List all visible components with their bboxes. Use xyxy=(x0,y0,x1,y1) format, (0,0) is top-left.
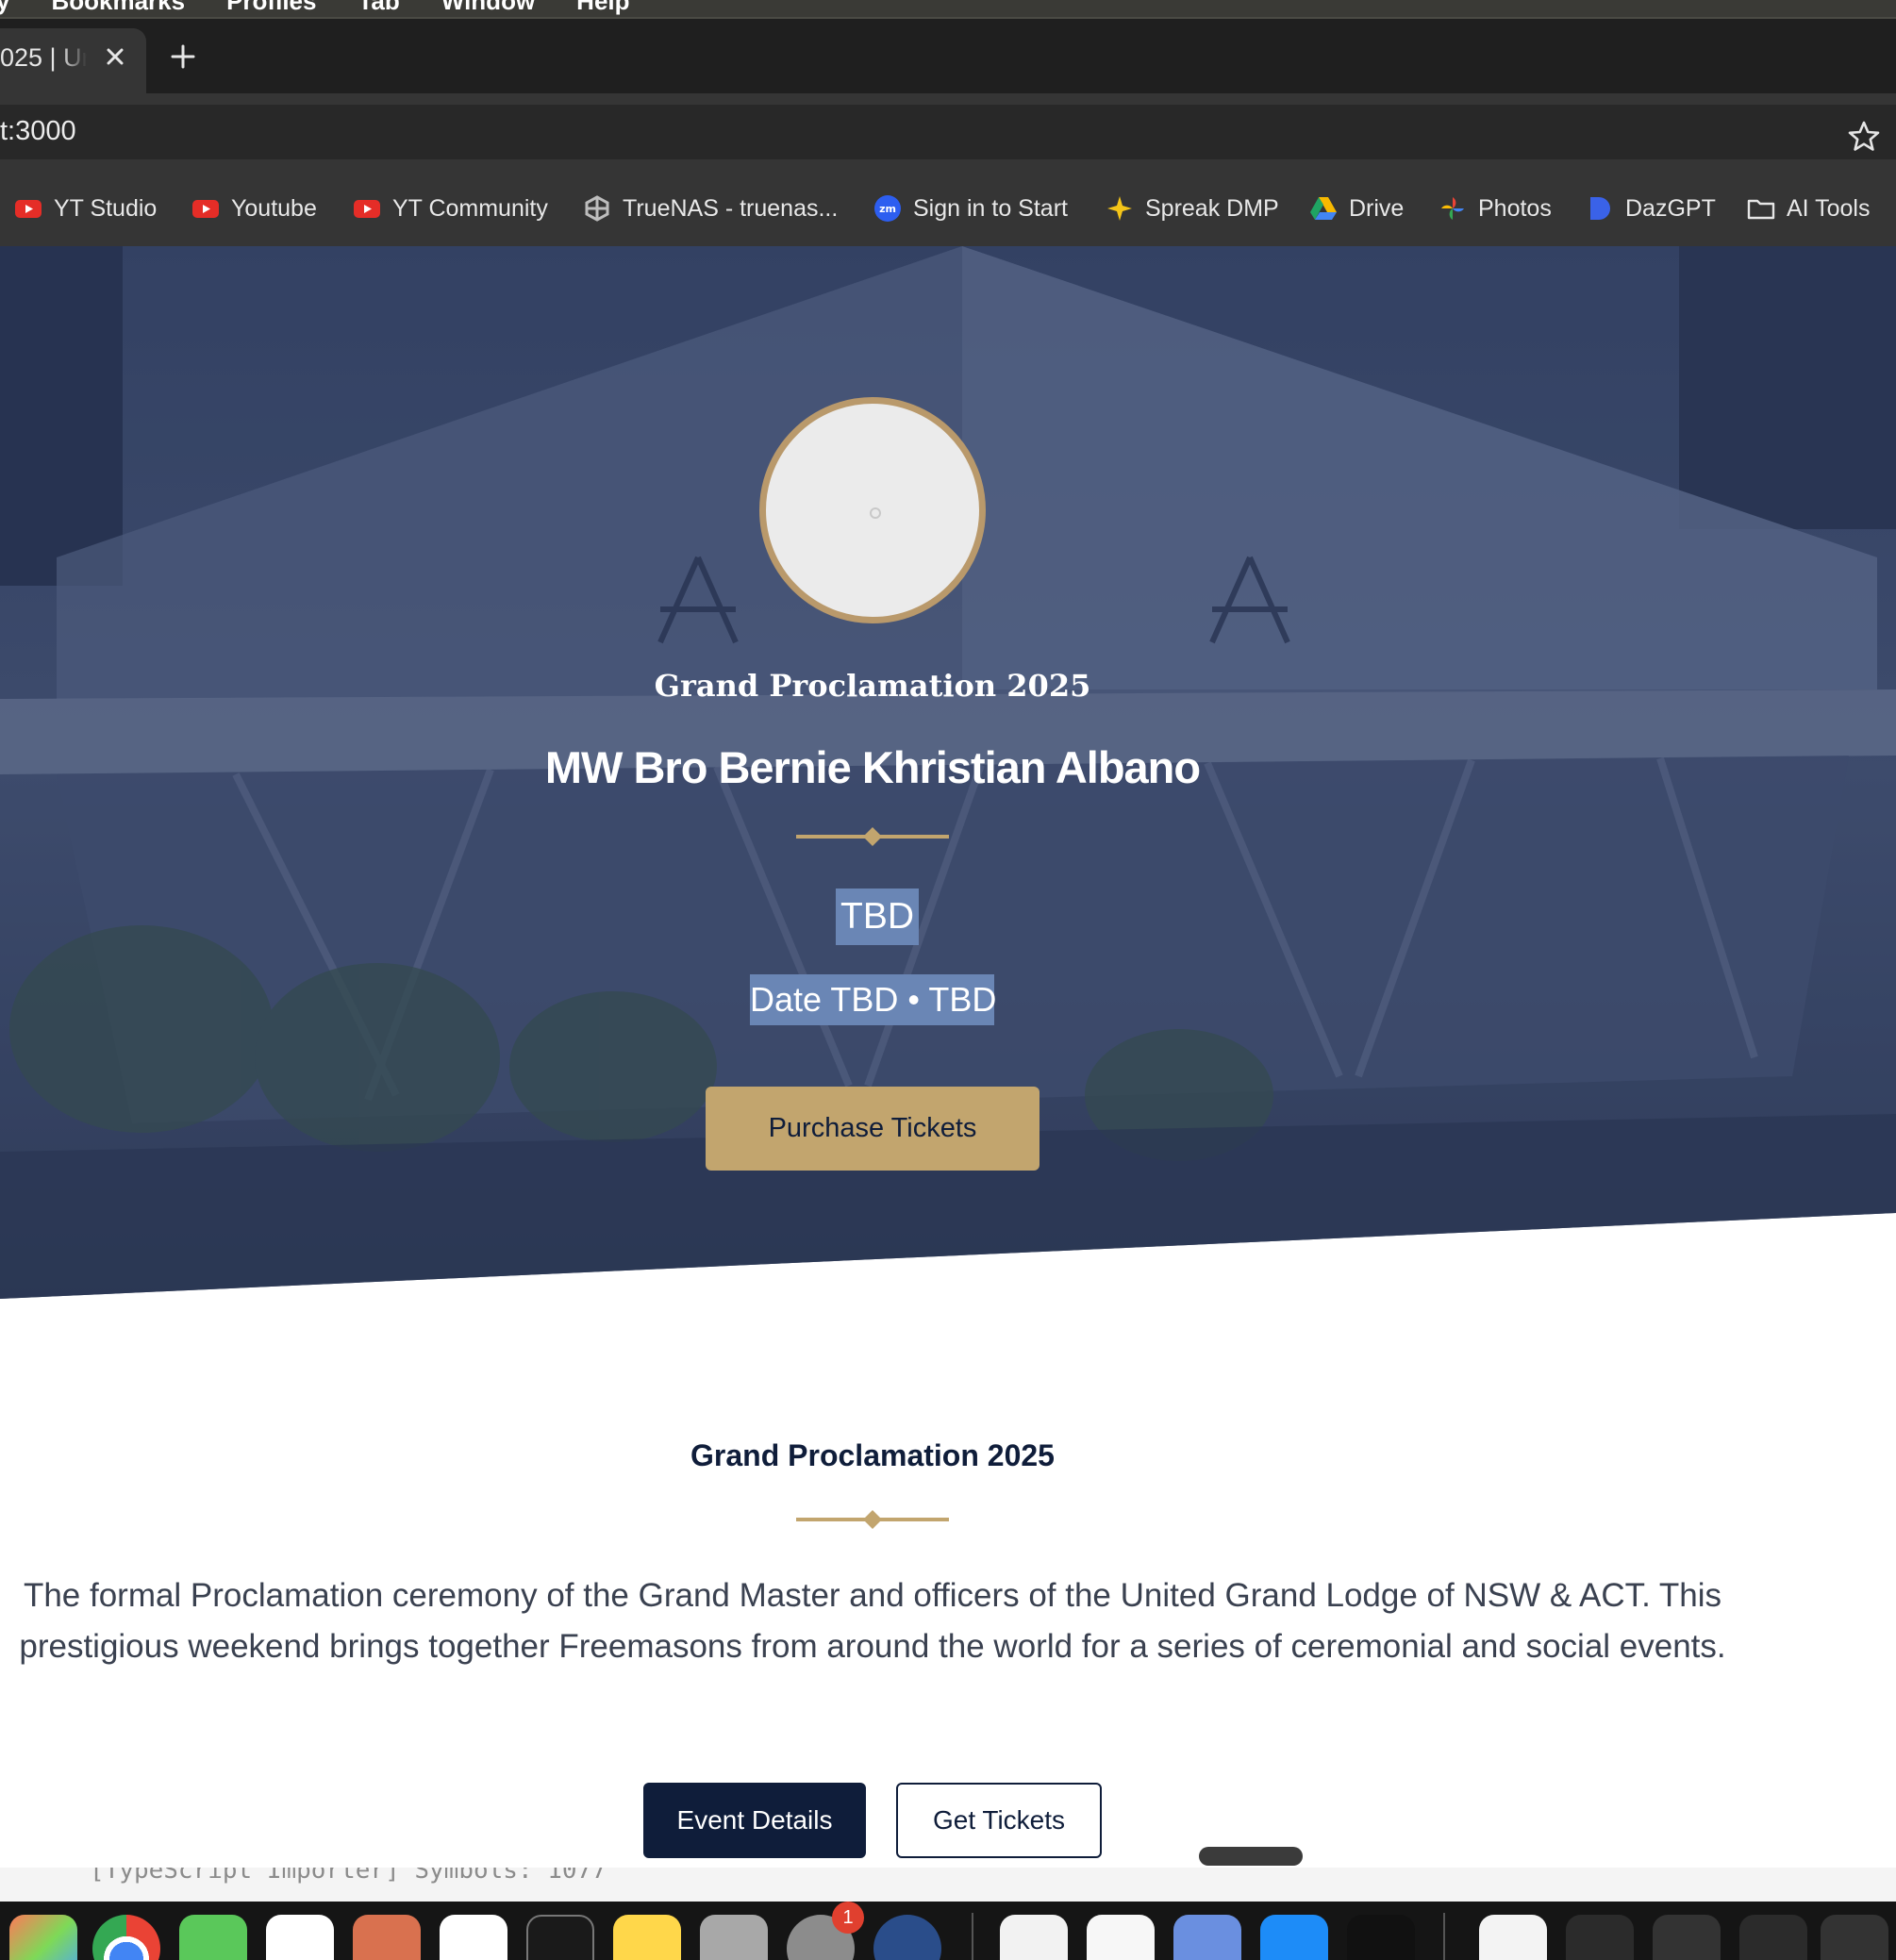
bookmark-star-icon[interactable] xyxy=(1847,120,1881,154)
browser-tab-strip: 025 | Ur xyxy=(0,19,1896,93)
folder-icon xyxy=(1747,199,1775,220)
gold-divider-icon xyxy=(796,827,949,846)
address-text: t:3000 xyxy=(0,116,76,146)
window-thumbnail[interactable] xyxy=(1566,1915,1634,1960)
bookmark-truenas[interactable]: TrueNAS - truenas... xyxy=(583,171,838,246)
purchase-tickets-button[interactable]: Purchase Tickets xyxy=(706,1087,1039,1171)
youtube-icon xyxy=(192,200,219,218)
hero-title: MW Bro Bernie Khristian Albano xyxy=(544,742,1201,792)
menu-item-window[interactable]: Window xyxy=(441,0,535,16)
bookmark-label: Drive xyxy=(1349,194,1405,222)
drive-icon xyxy=(1310,197,1337,220)
bookmark-drive[interactable]: Drive xyxy=(1309,171,1404,246)
messenger-icon[interactable] xyxy=(266,1915,334,1960)
menu-item-bookmarks[interactable]: Bookmarks xyxy=(51,0,185,16)
scroll-indicator[interactable] xyxy=(1199,1847,1303,1866)
window-thumbnail[interactable] xyxy=(1739,1915,1807,1960)
launchpad-icon[interactable] xyxy=(9,1915,77,1960)
event-description: The formal Proclamation ceremony of the … xyxy=(19,1577,1726,1665)
terminal-text: [TypeScript Importer] Symbols: 1077 xyxy=(90,1868,607,1885)
bookmark-yt-community[interactable]: YT Community xyxy=(353,171,548,246)
notification-badge: 1 xyxy=(832,1902,864,1934)
truenas-icon xyxy=(585,195,609,222)
window-thumbnail[interactable] xyxy=(1653,1915,1721,1960)
active-tab[interactable]: 025 | Ur xyxy=(0,28,146,93)
event-date: Date TBD • TBD xyxy=(750,974,996,1025)
bookmark-label: AI Tools xyxy=(1787,194,1871,222)
bookmark-dazgpt[interactable]: DazGPT xyxy=(1586,171,1716,246)
bookmark-folder-ai-tools[interactable]: AI Tools xyxy=(1747,171,1870,246)
bookmark-yt-studio[interactable]: YT Studio xyxy=(14,171,157,246)
bookmark-spreak-dmp[interactable]: Spreak DMP xyxy=(1106,171,1279,246)
terminal-strip: [TypeScript Importer] Symbols: 1077 xyxy=(0,1868,1896,1902)
bookmark-label: YT Community xyxy=(392,194,548,222)
bookmark-label: Photos xyxy=(1478,194,1552,222)
iphone-mirroring-icon[interactable] xyxy=(700,1915,768,1960)
address-bar[interactable]: t:3000 xyxy=(0,105,1896,159)
close-icon[interactable] xyxy=(102,42,128,72)
preview-icon[interactable] xyxy=(1173,1915,1241,1960)
bookmark-label: Sign in to Start xyxy=(913,194,1068,222)
terminal-icon[interactable] xyxy=(526,1915,594,1960)
youtube-icon xyxy=(15,200,42,218)
new-tab-icon[interactable] xyxy=(168,42,198,72)
bookmark-label: Spreak DMP xyxy=(1145,194,1279,222)
event-venue: TBD xyxy=(836,889,919,945)
bookmark-label: YT Studio xyxy=(54,194,158,222)
event-seal-logo xyxy=(759,397,986,623)
bookmark-youtube[interactable]: Youtube xyxy=(191,171,317,246)
seal-emblem-icon xyxy=(870,507,881,519)
menu-item-tab[interactable]: Tab xyxy=(358,0,399,16)
menu-item[interactable]: y xyxy=(0,0,9,16)
gold-divider-icon xyxy=(796,1510,949,1529)
system-menu-bar: y Bookmarks Profiles Tab Window Help xyxy=(0,0,1896,19)
get-tickets-button[interactable]: Get Tickets xyxy=(896,1783,1102,1858)
bookmark-photos[interactable]: Photos xyxy=(1439,171,1552,246)
macos-dock xyxy=(0,1902,1896,1960)
menu-items: y Bookmarks Profiles Tab Window Help xyxy=(0,0,630,16)
notes-icon[interactable] xyxy=(613,1915,681,1960)
bookmark-label: TrueNAS - truenas... xyxy=(623,194,839,222)
menu-item-profiles[interactable]: Profiles xyxy=(226,0,316,16)
tab-title: 025 | Ur xyxy=(0,43,87,72)
dock-separator xyxy=(1443,1913,1445,1960)
unity-icon[interactable] xyxy=(1347,1915,1415,1960)
hero-section: Grand Proclamation 2025 MW Bro Bernie Kh… xyxy=(0,246,1896,1299)
messages-icon[interactable] xyxy=(179,1915,247,1960)
bookmark-sign-in-to-start[interactable]: zm Sign in to Start xyxy=(873,171,1068,246)
browser-toolbar: t:3000 xyxy=(0,93,1896,171)
database-file-icon[interactable] xyxy=(1479,1915,1547,1960)
hero-subtitle: Grand Proclamation 2025 xyxy=(654,668,1091,704)
dazgpt-icon xyxy=(1590,197,1610,220)
bookmark-label: DazGPT xyxy=(1625,194,1716,222)
section-title: Grand Proclamation 2025 xyxy=(690,1438,1055,1472)
svg-text:zm: zm xyxy=(879,203,896,215)
textedit-icon[interactable] xyxy=(1087,1915,1155,1960)
passwords-icon[interactable] xyxy=(1000,1915,1068,1960)
docker-icon[interactable] xyxy=(1260,1915,1328,1960)
vscode-icon[interactable] xyxy=(440,1915,507,1960)
zoom-icon: zm xyxy=(874,195,901,222)
window-thumbnail[interactable] xyxy=(1821,1915,1888,1960)
youtube-icon xyxy=(354,200,380,218)
sparkle-icon xyxy=(1107,196,1132,221)
bookmarks-bar: YT Studio Youtube YT Community TrueNAS -… xyxy=(0,171,1896,246)
event-details-button[interactable]: Event Details xyxy=(643,1783,866,1858)
dock-separator xyxy=(972,1913,973,1960)
browser-app-icon[interactable] xyxy=(873,1915,941,1960)
chrome-icon[interactable] xyxy=(92,1915,160,1960)
claude-icon[interactable] xyxy=(353,1915,421,1960)
menu-item-help[interactable]: Help xyxy=(576,0,629,16)
bookmark-label: Youtube xyxy=(231,194,317,222)
photos-icon xyxy=(1441,197,1464,220)
